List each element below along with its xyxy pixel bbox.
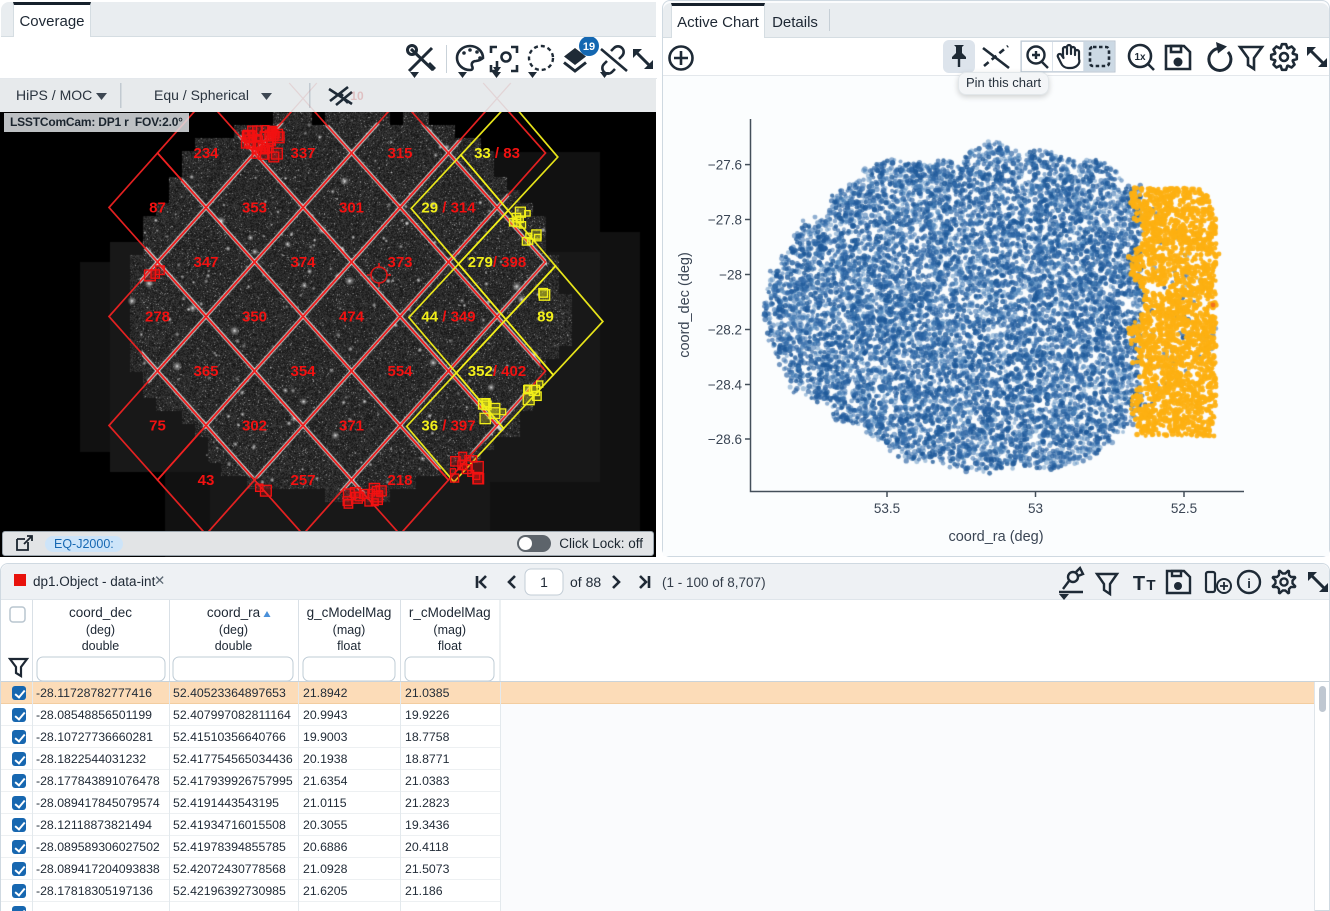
svg-text:352/ 402: 352/ 402 xyxy=(468,363,526,380)
svg-text:1x: 1x xyxy=(1134,52,1146,63)
svg-text:365: 365 xyxy=(193,363,218,380)
svg-text:36 / 397: 36 / 397 xyxy=(421,418,475,435)
svg-text:33 / 83: 33 / 83 xyxy=(474,145,520,162)
svg-text:87: 87 xyxy=(149,200,166,217)
svg-text:Equ / Spherical: Equ / Spherical xyxy=(154,87,249,103)
svg-text:−28.6: −28.6 xyxy=(708,432,742,447)
svg-text:double: double xyxy=(215,639,253,653)
svg-text:float: float xyxy=(438,639,462,653)
svg-text:353: 353 xyxy=(242,200,267,217)
svg-text:T: T xyxy=(1146,577,1155,594)
svg-text:337: 337 xyxy=(290,145,315,162)
svg-text:i: i xyxy=(1247,576,1251,591)
svg-text:44 / 349: 44 / 349 xyxy=(421,309,475,326)
svg-text:g_cModelMag: g_cModelMag xyxy=(307,605,392,620)
svg-text:(1 - 100 of 8,707): (1 - 100 of 8,707) xyxy=(662,575,766,590)
svg-text:347: 347 xyxy=(193,254,218,271)
svg-text:89: 89 xyxy=(537,309,554,326)
svg-text:279/ 398: 279/ 398 xyxy=(468,254,526,271)
svg-text:373: 373 xyxy=(387,254,412,271)
svg-text:coord_dec (deg): coord_dec (deg) xyxy=(677,252,693,358)
svg-text:of 88: of 88 xyxy=(570,574,601,590)
svg-text:53.5: 53.5 xyxy=(874,501,900,516)
svg-text:301: 301 xyxy=(339,200,364,217)
svg-text:(mag): (mag) xyxy=(333,623,366,637)
svg-text:374: 374 xyxy=(290,254,316,271)
svg-text:coord_ra: coord_ra xyxy=(207,605,261,620)
svg-text:−28.2: −28.2 xyxy=(708,323,742,338)
svg-text:T: T xyxy=(1133,573,1145,595)
svg-text:coord_dec: coord_dec xyxy=(69,605,132,620)
svg-text:−28.4: −28.4 xyxy=(708,378,743,393)
svg-text:(mag): (mag) xyxy=(433,623,466,637)
svg-text:234: 234 xyxy=(193,145,219,162)
svg-text:−27.8: −27.8 xyxy=(708,213,742,228)
svg-text:302: 302 xyxy=(242,418,267,435)
svg-text:double: double xyxy=(82,639,120,653)
svg-text:53: 53 xyxy=(1028,501,1043,516)
svg-text:371: 371 xyxy=(339,418,364,435)
svg-text:257: 257 xyxy=(290,472,315,489)
svg-text:19: 19 xyxy=(583,41,595,53)
svg-text:1: 1 xyxy=(540,574,548,590)
svg-text:278: 278 xyxy=(145,309,170,326)
svg-text:315: 315 xyxy=(387,145,412,162)
svg-text:HiPS / MOC: HiPS / MOC xyxy=(16,87,92,103)
svg-text:−28: −28 xyxy=(719,268,742,283)
svg-text:354: 354 xyxy=(290,363,316,380)
svg-text:(deg): (deg) xyxy=(219,623,248,637)
svg-text:29 / 314: 29 / 314 xyxy=(421,200,476,217)
svg-text:coord_ra (deg): coord_ra (deg) xyxy=(948,529,1043,545)
svg-text:218: 218 xyxy=(387,472,412,489)
svg-text:474: 474 xyxy=(339,309,365,326)
svg-text:float: float xyxy=(337,639,361,653)
svg-text:554: 554 xyxy=(387,363,413,380)
svg-text:10: 10 xyxy=(350,89,364,103)
svg-text:52.5: 52.5 xyxy=(1171,501,1197,516)
svg-text:(deg): (deg) xyxy=(86,623,115,637)
svg-text:350: 350 xyxy=(242,309,267,326)
svg-text:r_cModelMag: r_cModelMag xyxy=(409,605,491,620)
svg-text:75: 75 xyxy=(149,418,166,435)
svg-text:−27.6: −27.6 xyxy=(708,158,742,173)
svg-text:43: 43 xyxy=(198,472,215,489)
